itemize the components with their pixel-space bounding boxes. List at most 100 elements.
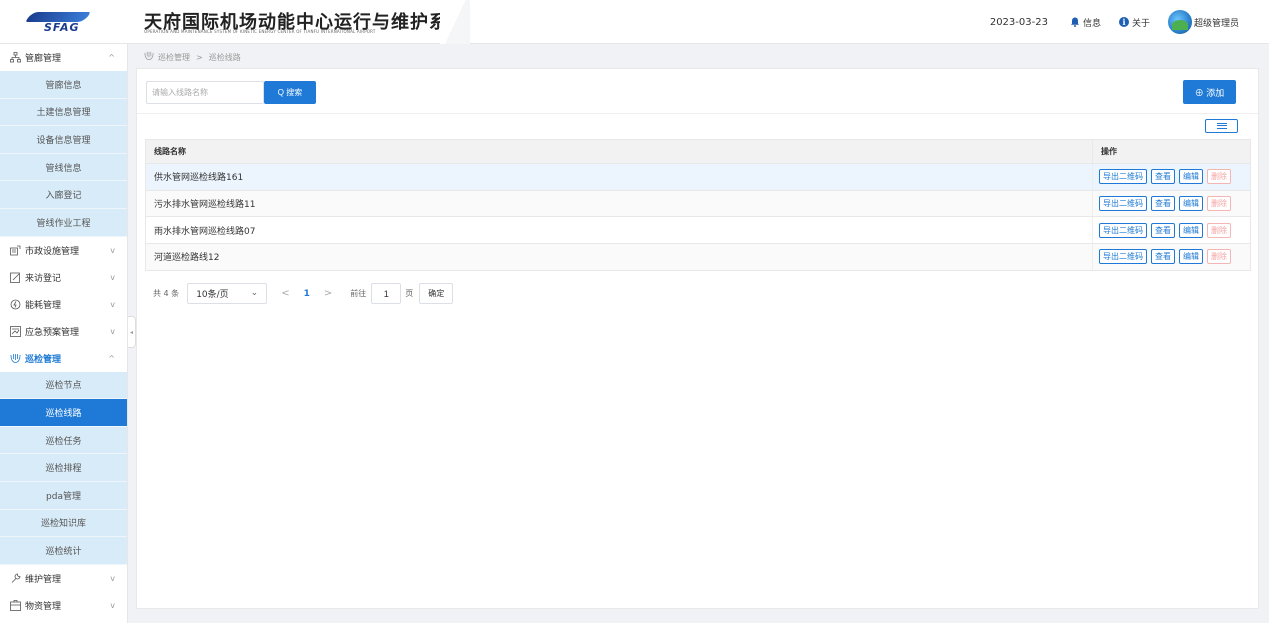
column-header-route-name: 线路名称 (145, 139, 1093, 164)
next-page-button[interactable]: > (324, 288, 332, 299)
menu-group-visitor[interactable]: 来访登记 v (0, 264, 127, 291)
system-subtitle: OPERATION AND MAINTENANCE SYSTEM OF KINE… (144, 29, 376, 34)
menu-group-label: 巡检管理 (25, 354, 62, 365)
table-row[interactable]: 污水排水管网巡检线路11 导出二维码 查看 编辑 删除 (145, 190, 1251, 218)
pagination: 共 4 条 10条/页 ⌄ < 1 > 前往 页 确定 (153, 283, 454, 304)
sidebar-item-pda[interactable]: pda管理 (0, 481, 127, 510)
chevron-up-icon: ^ (108, 53, 115, 62)
sidebar-item-patrol-route[interactable]: 巡检线路 (0, 399, 127, 427)
table-row[interactable]: 雨水排水管网巡检线路07 导出二维码 查看 编辑 删除 (145, 216, 1251, 245)
menu-group-maintenance[interactable]: 维护管理 v (0, 565, 127, 592)
chevron-down-icon: v (110, 245, 115, 255)
delete-button[interactable]: 删除 (1207, 249, 1231, 265)
page-size-select[interactable]: 10条/页 ⌄ (187, 283, 268, 304)
menu-group-label: 来访登记 (25, 273, 62, 284)
wrench-icon (10, 573, 21, 584)
info-link[interactable]: 信息 (1070, 16, 1101, 29)
sidebar-item-patrol-node[interactable]: 巡检节点 (0, 371, 127, 400)
menu-group-label: 物资管理 (25, 601, 62, 612)
goto-page-input[interactable] (371, 283, 402, 304)
export-qrcode-button[interactable]: 导出二维码 (1099, 222, 1147, 238)
export-qrcode-button[interactable]: 导出二维码 (1099, 169, 1147, 185)
menu-group-label: 能耗管理 (25, 300, 62, 311)
about-label: 关于 (1131, 18, 1150, 29)
edit-button[interactable]: 编辑 (1179, 169, 1203, 185)
page-size-value: 10条/页 (196, 290, 229, 300)
view-button[interactable]: 查看 (1151, 169, 1175, 185)
delete-button[interactable]: 删除 (1207, 222, 1231, 238)
sidebar-item-gallery-info[interactable]: 管廊信息 (0, 71, 127, 99)
edit-icon (10, 272, 21, 283)
sidebar-item-patrol-task[interactable]: 巡检任务 (0, 426, 127, 455)
table-row[interactable]: 河道巡检路线12 导出二维码 查看 编辑 删除 (145, 243, 1251, 271)
org-chart-icon (10, 52, 21, 63)
sidebar-item-patrol-knowledge[interactable]: 巡检知识库 (0, 509, 127, 538)
prev-page-button[interactable]: < (281, 288, 289, 299)
sidebar-item-patrol-stats[interactable]: 巡检统计 (0, 537, 127, 565)
route-name-cell: 供水管网巡检线路161 (145, 163, 1093, 191)
chevron-down-icon: v (110, 299, 115, 309)
delete-button[interactable]: 删除 (1207, 196, 1231, 212)
about-link[interactable]: i 关于 (1118, 16, 1150, 29)
column-header-actions: 操作 (1092, 139, 1251, 164)
add-button[interactable]: ⊕ 添加 (1183, 80, 1236, 104)
breadcrumb-current: 巡检线路 (208, 52, 241, 62)
plan-icon (10, 325, 21, 337)
patrol-icon (10, 353, 21, 364)
table-row[interactable]: 供水管网巡检线路161 导出二维码 查看 编辑 删除 (145, 163, 1251, 191)
export-qrcode-button[interactable]: 导出二维码 (1099, 196, 1147, 212)
toolbar-divider (137, 113, 1258, 114)
sidebar-item-patrol-schedule[interactable]: 巡检排程 (0, 454, 127, 482)
total-count: 共 4 条 (153, 289, 180, 298)
page-number[interactable]: 1 (304, 289, 310, 299)
menu-group-label: 应急预案管理 (25, 327, 80, 338)
breadcrumb-parent[interactable]: 巡检管理 (158, 52, 190, 63)
menu-group-pipe-gallery[interactable]: 管廊管理 ^ (0, 44, 127, 71)
sidebar-collapse-handle[interactable]: ◂ (128, 316, 136, 348)
view-button[interactable]: 查看 (1151, 222, 1175, 238)
menu-group-patrol[interactable]: 巡检管理 ^ (0, 345, 127, 372)
menu-group-label: 管廊管理 (25, 54, 62, 64)
table-header-row: 线路名称 操作 (145, 139, 1251, 164)
facility-icon (10, 245, 21, 256)
box-icon (10, 599, 21, 611)
chevron-up-icon: ^ (108, 353, 115, 363)
sidebar: 管廊管理 ^ 管廊信息 土建信息管理 设备信息管理 管线信息 入廊登记 管线作业… (0, 44, 128, 623)
actions-cell: 导出二维码 查看 编辑 删除 (1092, 216, 1251, 245)
route-search-input[interactable] (146, 81, 264, 104)
sidebar-item-equipment-info[interactable]: 设备信息管理 (0, 126, 127, 154)
chevron-down-icon: v (110, 326, 115, 336)
export-qrcode-button[interactable]: 导出二维码 (1099, 249, 1147, 265)
goto-confirm-button[interactable]: 确定 (419, 283, 454, 304)
page-unit-label: 页 (405, 289, 414, 298)
search-button[interactable]: Q 搜索 (264, 81, 316, 104)
actions-cell: 导出二维码 查看 编辑 删除 (1092, 190, 1251, 218)
menu-group-materials[interactable]: 物资管理 v (0, 592, 127, 619)
header-date: 2023-03-23 (989, 16, 1048, 28)
user-menu[interactable]: 超级管理员 (1167, 10, 1239, 34)
breadcrumb: 巡检管理 > 巡检线路 (144, 51, 241, 63)
sidebar-item-pipeline-works[interactable]: 管线作业工程 (0, 208, 127, 237)
menu-group-label: 市政设施管理 (25, 246, 80, 257)
avatar (1167, 10, 1192, 34)
sidebar-item-pipeline-info[interactable]: 管线信息 (0, 153, 127, 182)
top-header: SFAG 天府国际机场动能中心运行与维护系统 OPERATION AND MAI… (0, 0, 1269, 44)
view-button[interactable]: 查看 (1151, 196, 1175, 212)
menu-group-municipal[interactable]: 市政设施管理 v (0, 237, 127, 264)
edit-button[interactable]: 编辑 (1179, 249, 1203, 265)
route-table: 线路名称 操作 供水管网巡检线路161 导出二维码 查看 编辑 删除 污水排水管网巡检… (145, 139, 1251, 271)
edit-button[interactable]: 编辑 (1179, 196, 1203, 212)
actions-cell: 导出二维码 查看 编辑 删除 (1092, 163, 1251, 191)
view-button[interactable]: 查看 (1151, 249, 1175, 265)
sidebar-item-civil-info[interactable]: 土建信息管理 (0, 98, 127, 127)
menu-group-emergency[interactable]: 应急预案管理 v (0, 318, 127, 345)
menu-group-energy[interactable]: 能耗管理 v (0, 291, 127, 318)
delete-button[interactable]: 删除 (1207, 169, 1231, 185)
logo-text: SFAG (44, 21, 80, 34)
edit-button[interactable]: 编辑 (1179, 222, 1203, 238)
column-settings-button[interactable] (1205, 119, 1238, 133)
actions-cell: 导出二维码 查看 编辑 删除 (1092, 243, 1251, 271)
route-name-cell: 污水排水管网巡检线路11 (145, 190, 1093, 218)
menu-group-label: 维护管理 (25, 574, 62, 585)
sidebar-item-entry-registration[interactable]: 入廊登记 (0, 181, 127, 209)
